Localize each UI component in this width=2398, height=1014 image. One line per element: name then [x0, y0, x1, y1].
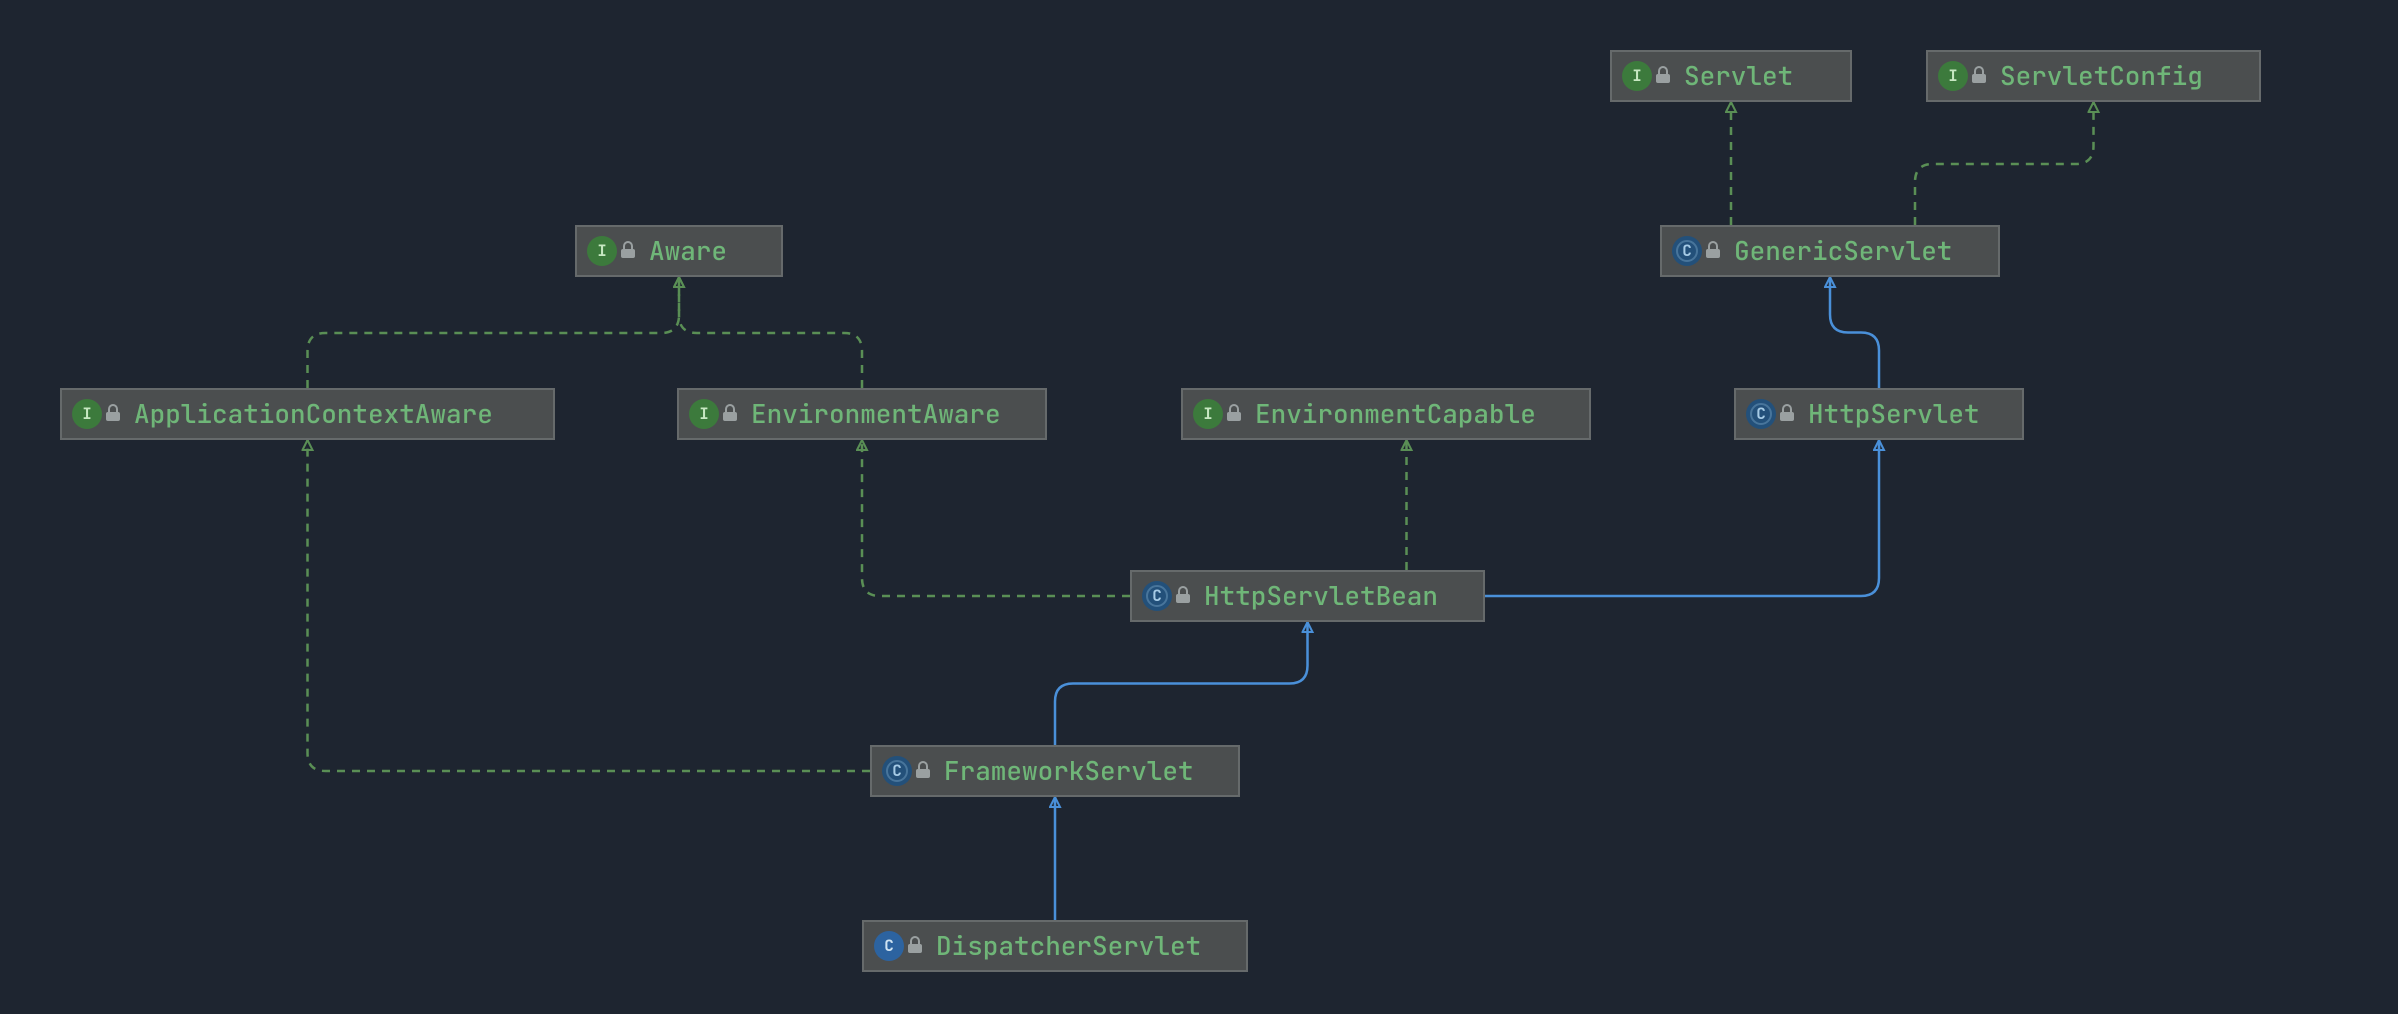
lock-icon	[1780, 407, 1794, 421]
node-environment-capable[interactable]: EnvironmentCapable	[1181, 388, 1591, 440]
interface-icon	[1622, 61, 1652, 91]
class-icon	[1746, 399, 1776, 429]
class-icon	[874, 931, 904, 961]
node-servlet[interactable]: Servlet	[1610, 50, 1852, 102]
edge-extends	[1055, 622, 1308, 745]
node-environment-aware[interactable]: EnvironmentAware	[677, 388, 1047, 440]
node-label: Servlet	[1684, 63, 1793, 89]
edge-implements	[308, 440, 871, 771]
edge-layer	[0, 0, 2398, 1014]
node-aware[interactable]: Aware	[575, 225, 783, 277]
interface-icon	[1193, 399, 1223, 429]
node-http-servlet[interactable]: HttpServlet	[1734, 388, 2024, 440]
node-label: ApplicationContextAware	[134, 401, 493, 427]
lock-icon	[916, 764, 930, 778]
node-label: EnvironmentAware	[751, 401, 1001, 427]
node-generic-servlet[interactable]: GenericServlet	[1660, 225, 2000, 277]
node-label: GenericServlet	[1734, 238, 1952, 264]
lock-icon	[106, 407, 120, 421]
interface-icon	[72, 399, 102, 429]
interface-icon	[689, 399, 719, 429]
node-label: ServletConfig	[2000, 63, 2203, 89]
node-label: HttpServletBean	[1204, 583, 1438, 609]
node-framework-servlet[interactable]: FrameworkServlet	[870, 745, 1240, 797]
edge-extends	[1830, 277, 1879, 388]
edge-implements	[679, 277, 862, 388]
class-icon	[1672, 236, 1702, 266]
lock-icon	[1227, 407, 1241, 421]
interface-icon	[1938, 61, 1968, 91]
node-label: HttpServlet	[1808, 401, 1980, 427]
uml-canvas: Aware ApplicationContextAware Environmen…	[0, 0, 2398, 1014]
lock-icon	[1176, 589, 1190, 603]
interface-icon	[587, 236, 617, 266]
node-dispatcher-servlet[interactable]: DispatcherServlet	[862, 920, 1248, 972]
lock-icon	[723, 407, 737, 421]
node-label: EnvironmentCapable	[1255, 401, 1536, 427]
node-http-servlet-bean[interactable]: HttpServletBean	[1130, 570, 1485, 622]
edge-implements	[862, 440, 1130, 596]
edge-extends	[1485, 440, 1879, 596]
node-application-context-aware[interactable]: ApplicationContextAware	[60, 388, 555, 440]
edge-implements	[1915, 102, 2094, 225]
node-label: Aware	[649, 238, 727, 264]
node-label: FrameworkServlet	[944, 758, 1194, 784]
lock-icon	[1656, 69, 1670, 83]
lock-icon	[1972, 69, 1986, 83]
class-icon	[1142, 581, 1172, 611]
lock-icon	[908, 939, 922, 953]
lock-icon	[621, 244, 635, 258]
class-icon	[882, 756, 912, 786]
lock-icon	[1706, 244, 1720, 258]
node-servlet-config[interactable]: ServletConfig	[1926, 50, 2261, 102]
node-label: DispatcherServlet	[936, 933, 1201, 959]
edge-implements	[308, 277, 680, 388]
